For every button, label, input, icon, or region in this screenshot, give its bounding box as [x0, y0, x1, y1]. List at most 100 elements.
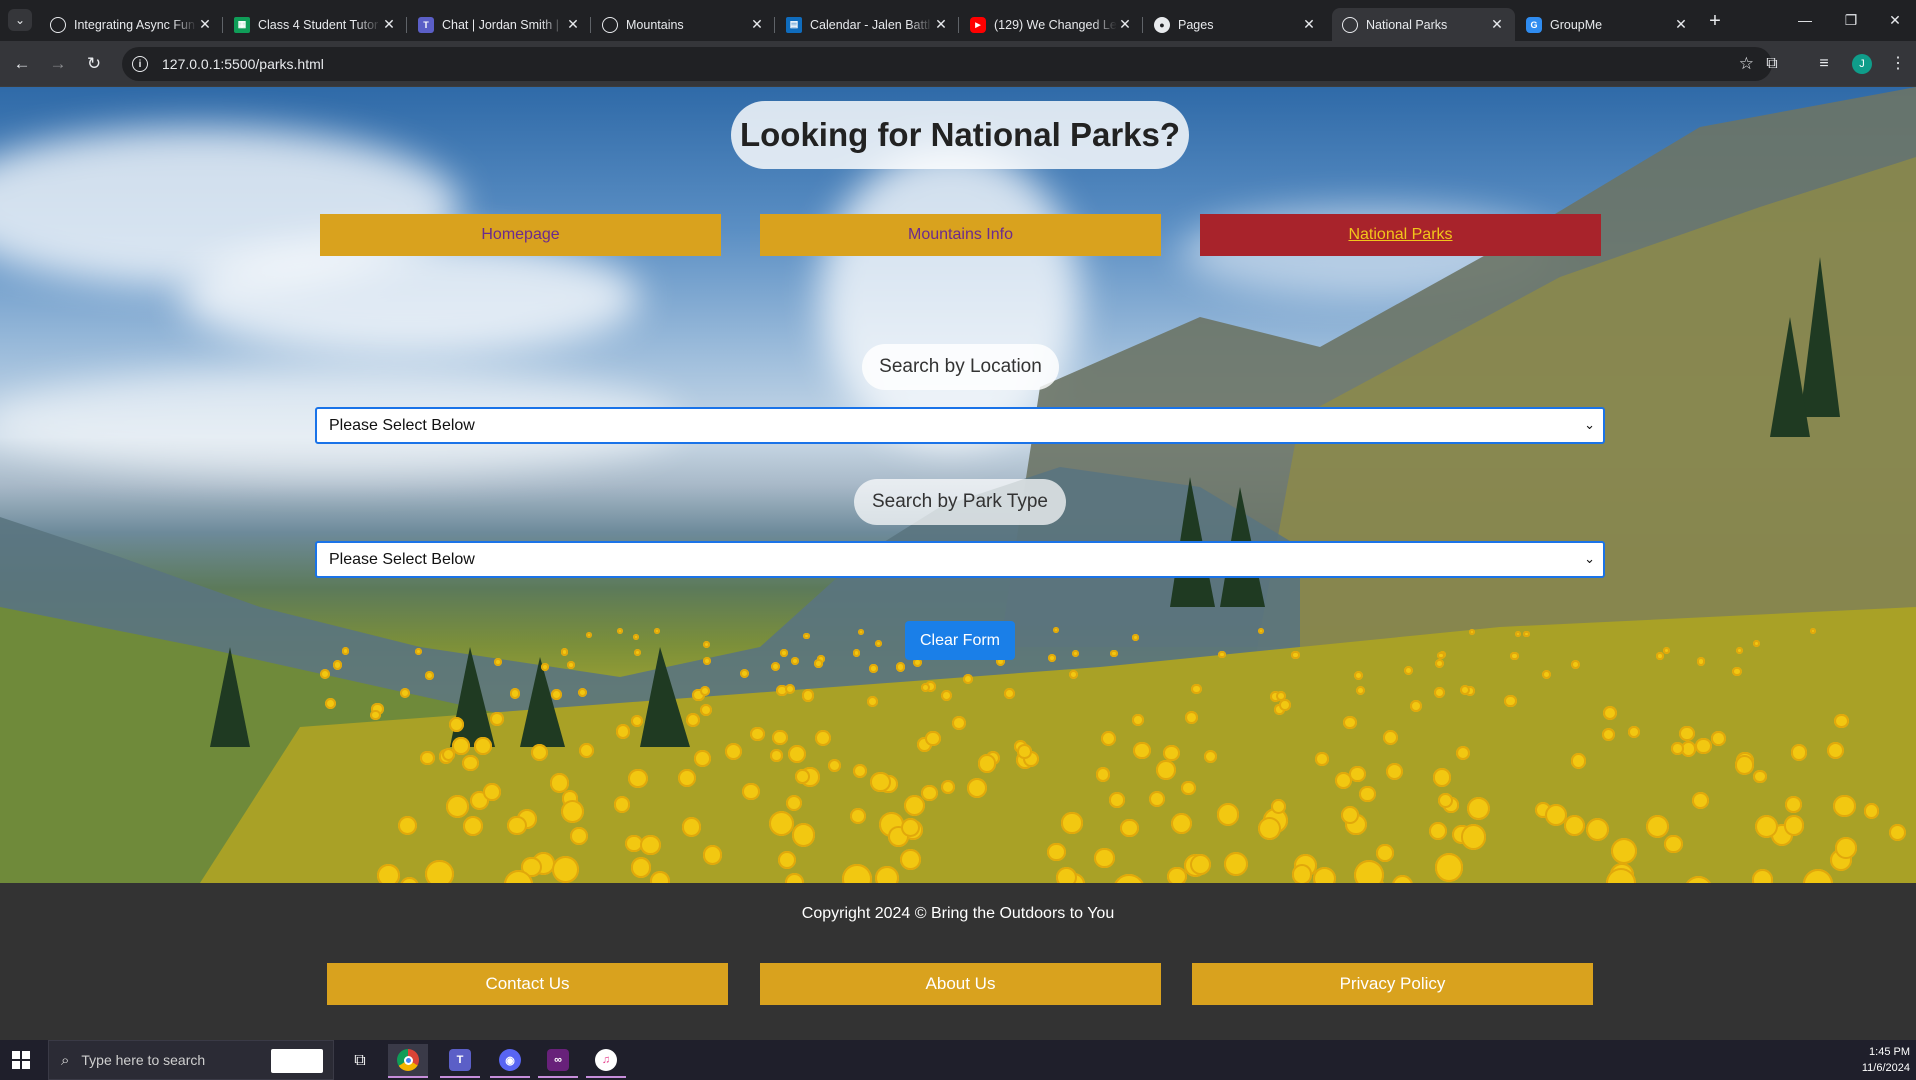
- flower-decoration: [1785, 796, 1802, 813]
- flower-decoration: [1110, 649, 1118, 658]
- flower-decoration: [490, 711, 504, 726]
- flower-decoration: [1313, 867, 1337, 883]
- footer-link-about-us[interactable]: About Us: [760, 963, 1161, 1005]
- restore-icon[interactable]: ❐: [1828, 0, 1874, 40]
- close-icon[interactable]: ✕: [565, 16, 581, 33]
- profile-avatar[interactable]: J: [1852, 54, 1872, 74]
- flower-decoration: [1735, 646, 1743, 655]
- close-icon[interactable]: ✕: [1117, 16, 1133, 33]
- flower-decoration: [685, 713, 700, 728]
- discord-icon: ◉: [499, 1049, 521, 1071]
- footer-link-contact-us[interactable]: Contact Us: [327, 963, 728, 1005]
- park-type-select-value: Please Select Below: [329, 550, 475, 568]
- kebab-menu-icon[interactable]: ⋮: [1886, 52, 1910, 76]
- chrome-icon: [397, 1049, 419, 1071]
- flower-decoration: [1376, 844, 1394, 862]
- flower-decoration: [1156, 760, 1177, 780]
- chrome-taskbar-icon[interactable]: [388, 1044, 428, 1078]
- clear-form-button[interactable]: Clear Form: [905, 621, 1015, 660]
- chevron-down-icon: ⌄: [1584, 417, 1595, 432]
- flower-decoration: [1181, 780, 1196, 796]
- nav-link-mountains-info[interactable]: Mountains Info: [760, 214, 1161, 256]
- nav-link-national-parks[interactable]: National Parks: [1200, 214, 1601, 256]
- close-icon[interactable]: ✕: [197, 16, 213, 33]
- flower-decoration: [777, 851, 796, 870]
- park-type-select[interactable]: Please Select Below ⌄: [315, 541, 1605, 578]
- bookmark-star-icon[interactable]: ☆: [1739, 54, 1754, 74]
- taskbar-search[interactable]: ⌕ Type here to search: [48, 1040, 334, 1080]
- site-info-icon[interactable]: i: [132, 56, 148, 72]
- flower-decoration: [1732, 666, 1742, 677]
- media-control-icon[interactable]: ≡: [1812, 52, 1836, 76]
- itunes-taskbar-icon[interactable]: ♫: [586, 1044, 626, 1078]
- teams-icon: T: [418, 16, 434, 33]
- tab-youtube[interactable]: ▶ (129) We Changed Le ✕: [960, 8, 1143, 41]
- tab-national-parks[interactable]: National Parks ✕: [1332, 8, 1515, 41]
- nav-link-homepage[interactable]: Homepage: [320, 214, 721, 256]
- flower-decoration: [569, 826, 588, 845]
- extensions-icon[interactable]: ⧉: [1760, 52, 1784, 76]
- close-icon[interactable]: ✕: [749, 16, 765, 33]
- close-icon[interactable]: ✕: [933, 16, 949, 33]
- clock-date: 11/6/2024: [1861, 1062, 1910, 1074]
- tab-mountains[interactable]: Mountains ✕: [592, 8, 775, 41]
- close-icon[interactable]: ✕: [381, 16, 397, 33]
- tab-class-4-student[interactable]: ▦ Class 4 Student Tutor ✕: [224, 8, 407, 41]
- address-bar[interactable]: i 127.0.0.1:5500/parks.html ☆: [122, 47, 1772, 81]
- flower-decoration: [801, 689, 815, 702]
- forward-icon[interactable]: →: [46, 52, 70, 76]
- copyright-text: Copyright 2024 © Bring the Outdoors to Y…: [801, 905, 1115, 922]
- system-clock[interactable]: 1:45 PM 11/6/2024: [1862, 1044, 1910, 1076]
- footer-link-privacy-policy[interactable]: Privacy Policy: [1192, 963, 1593, 1005]
- search-highlight-image: [271, 1049, 323, 1073]
- flower-decoration: [895, 662, 906, 672]
- tab-groupme[interactable]: G GroupMe ✕: [1516, 8, 1699, 41]
- github-icon: ●: [1154, 16, 1170, 33]
- close-icon[interactable]: ✕: [1301, 16, 1317, 33]
- close-window-icon[interactable]: ✕: [1872, 0, 1916, 40]
- teams-icon: T: [449, 1049, 471, 1071]
- flower-decoration: [1826, 741, 1845, 759]
- back-icon[interactable]: ←: [10, 52, 34, 76]
- new-tab-button[interactable]: +: [1702, 9, 1728, 35]
- location-select-value: Please Select Below: [329, 416, 475, 434]
- tab-pages[interactable]: ● Pages ✕: [1144, 8, 1327, 41]
- tab-chat-jordan[interactable]: T Chat | Jordan Smith | ✕: [408, 8, 591, 41]
- flower-decoration: [772, 729, 788, 746]
- close-icon[interactable]: ✕: [1673, 16, 1689, 33]
- flower-decoration: [1315, 752, 1329, 766]
- tab-title: (129) We Changed Le: [994, 17, 1117, 32]
- flower-decoration: [474, 737, 492, 755]
- visual-studio-taskbar-icon[interactable]: ∞: [538, 1044, 578, 1078]
- discord-taskbar-icon[interactable]: ◉: [490, 1044, 530, 1078]
- location-select[interactable]: Please Select Below ⌄: [315, 407, 1605, 444]
- close-icon[interactable]: ✕: [1489, 16, 1505, 33]
- music-icon: ♫: [595, 1049, 617, 1071]
- page-viewport: Looking for National Parks? Homepage Mou…: [0, 87, 1916, 1040]
- tab-title: Calendar - Jalen Battl: [810, 17, 931, 32]
- flower-decoration: [1603, 705, 1618, 720]
- flower-decoration: [1696, 657, 1706, 666]
- browser-tab-bar: ⌄ Integrating Async Fun ✕ ▦ Class 4 Stud…: [0, 0, 1916, 41]
- flower-decoration: [425, 859, 454, 883]
- clock-time: 1:45 PM: [1869, 1046, 1910, 1058]
- tab-search-button[interactable]: ⌄: [8, 9, 32, 31]
- flower-decoration: [1382, 730, 1398, 746]
- minimize-icon[interactable]: —: [1782, 0, 1828, 40]
- flower-decoration: [1523, 630, 1530, 637]
- tab-integrating-async[interactable]: Integrating Async Fun ✕: [40, 8, 223, 41]
- flower-decoration: [814, 659, 823, 669]
- flower-decoration: [579, 742, 595, 758]
- teams-taskbar-icon[interactable]: T: [440, 1044, 480, 1078]
- reload-icon[interactable]: ↻: [82, 52, 106, 76]
- flower-decoration: [920, 682, 930, 692]
- flower-decoration: [702, 845, 722, 865]
- url-text[interactable]: 127.0.0.1:5500/parks.html: [162, 56, 324, 72]
- tab-calendar[interactable]: ▤ Calendar - Jalen Battl ✕: [776, 8, 959, 41]
- task-view-icon[interactable]: ⧉: [340, 1044, 380, 1078]
- windows-start-icon[interactable]: [12, 1051, 30, 1069]
- flower-decoration: [900, 817, 920, 837]
- flower-decoration: [566, 661, 575, 669]
- flower-decoration: [1047, 842, 1066, 862]
- flower-decoration: [1004, 687, 1015, 699]
